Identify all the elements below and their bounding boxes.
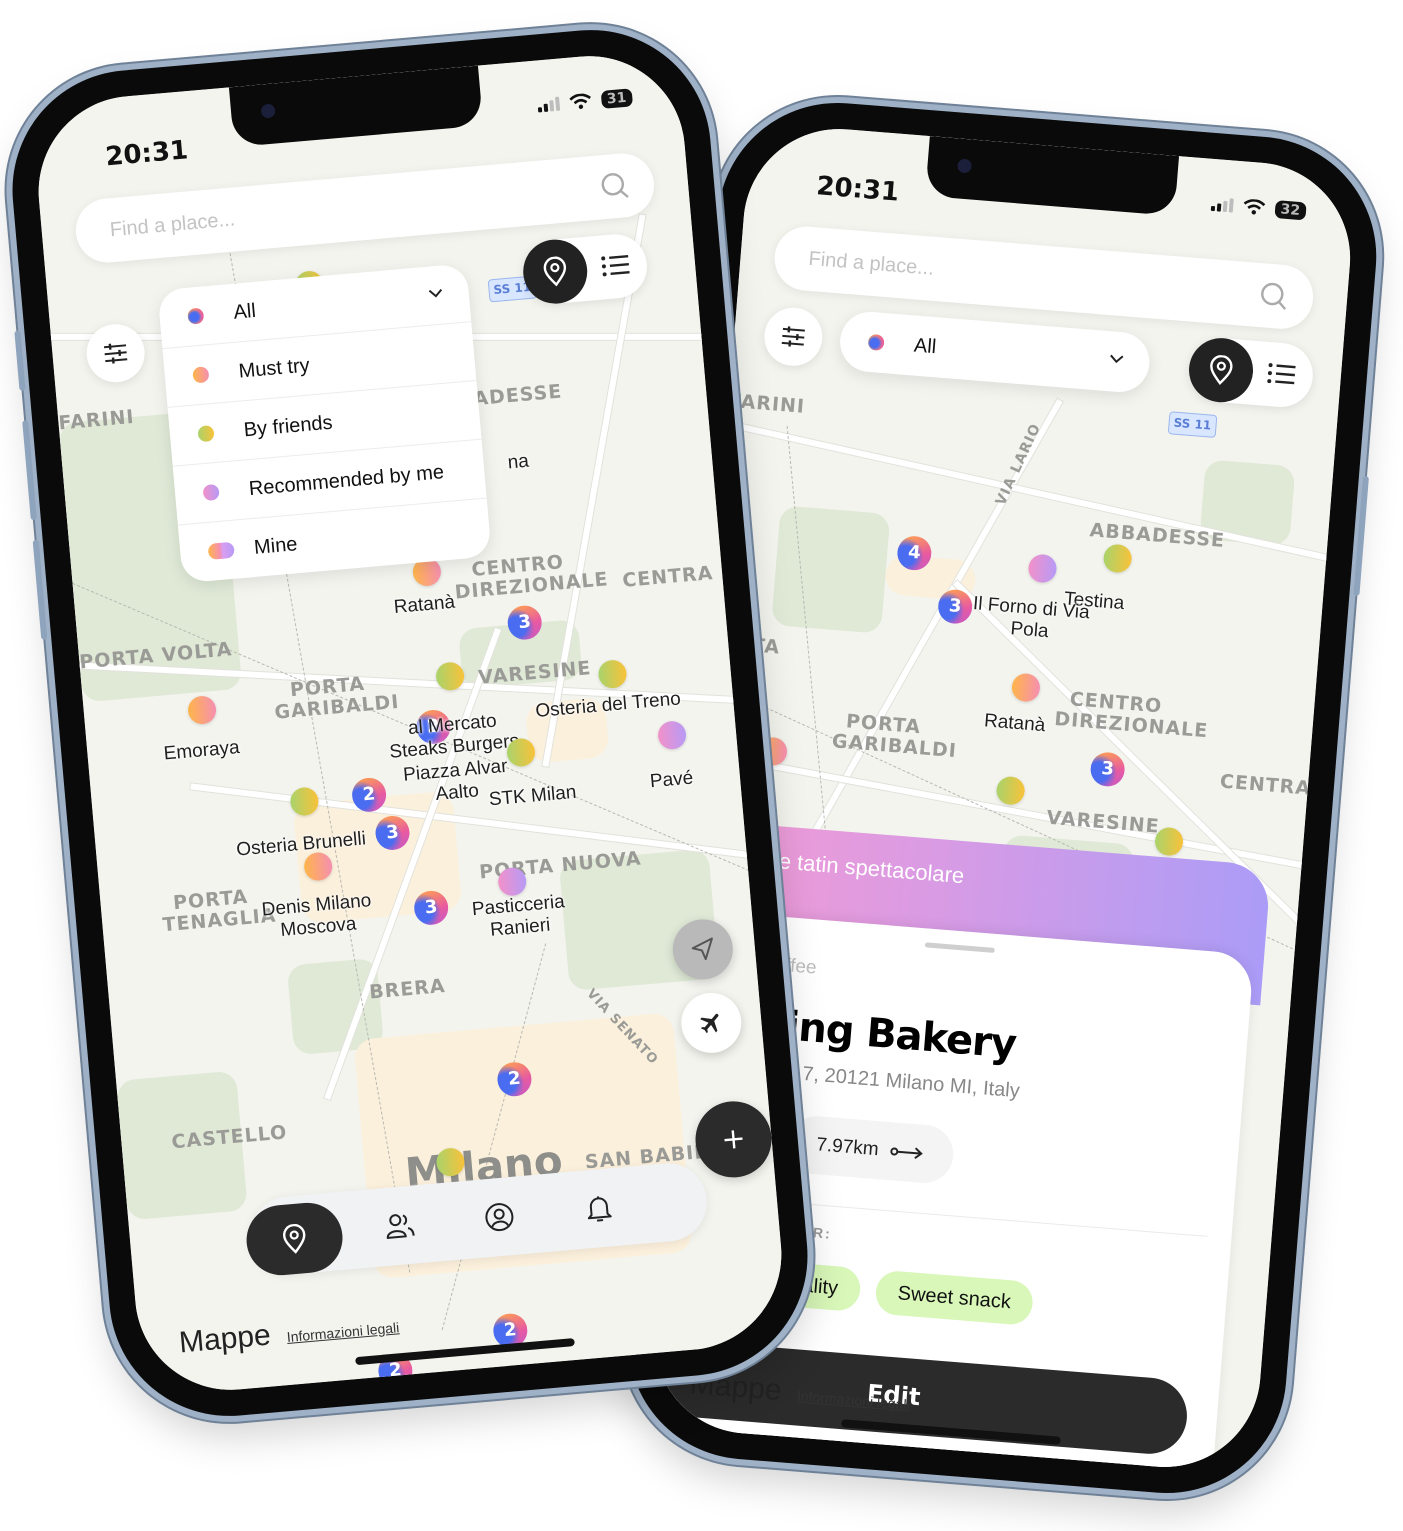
chevron-down-icon: [428, 288, 443, 298]
side-button: [14, 330, 26, 391]
side-button: [32, 539, 48, 640]
park-area: [771, 505, 891, 634]
map-cluster[interactable]: 3: [1089, 751, 1126, 788]
view-toggle[interactable]: [1186, 335, 1316, 410]
map-pin-friends[interactable]: [995, 775, 1026, 806]
category-dot: [207, 541, 235, 560]
place-label[interactable]: Pavé: [649, 768, 694, 794]
place-label[interactable]: Pasticceria Ranieri: [458, 890, 581, 944]
side-button: [1353, 475, 1369, 597]
category-dot: [187, 307, 205, 325]
category-dot: [867, 333, 885, 352]
people-icon: [386, 1214, 415, 1239]
wifi-icon: [1243, 199, 1265, 215]
category-dot: [197, 425, 215, 443]
filter-option-label: All: [232, 299, 257, 324]
battery-indicator: 32: [1273, 199, 1307, 221]
map-pin-must-try[interactable]: [186, 694, 218, 726]
navigation-arrow-icon: [691, 937, 713, 961]
tab-notifications[interactable]: [556, 1166, 642, 1251]
chevron-down-icon: [1110, 354, 1124, 364]
plus-icon: [724, 1130, 743, 1149]
filter-dropdown[interactable]: All Must try By friends Recommended by m…: [157, 263, 492, 584]
filter-option-label: Must try: [237, 353, 311, 383]
map-pin-recommended[interactable]: [656, 720, 688, 751]
district-label: CENTRA: [1219, 770, 1312, 800]
district-label: FARINI: [728, 389, 806, 418]
district-label: VARESINE: [1045, 806, 1161, 838]
airplane-icon: [700, 1013, 719, 1034]
place-label[interactable]: Denis Milano Moscova: [251, 889, 384, 944]
map-pin-friends[interactable]: [597, 658, 628, 690]
district-label: CENTRO DIREZIONALE: [453, 551, 610, 604]
district-label: PORTA GARIBALDI: [831, 710, 958, 763]
list-icon[interactable]: [600, 251, 632, 280]
directions-button[interactable]: 7.97km: [785, 1114, 956, 1186]
sheet-grabber[interactable]: [924, 942, 995, 953]
search-icon[interactable]: [599, 170, 632, 203]
tab-map[interactable]: [243, 1199, 346, 1279]
side-button: [22, 420, 37, 521]
district-label: BRERA: [368, 974, 447, 1004]
list-icon[interactable]: [1266, 360, 1298, 388]
place-label[interactable]: Ratanà: [393, 592, 456, 619]
search-icon[interactable]: [1258, 280, 1290, 312]
filter-option-label: By friends: [242, 411, 334, 441]
map-pin-friends[interactable]: [1153, 826, 1185, 857]
place-label[interactable]: na: [507, 451, 530, 475]
camera: [957, 158, 973, 174]
map-pin-friends[interactable]: [1102, 543, 1133, 574]
battery-indicator: 31: [600, 88, 634, 109]
place-label[interactable]: Il Forno di Via Pola: [969, 593, 1092, 646]
signal-icon: [537, 96, 560, 113]
map-pin-recommended[interactable]: [1027, 553, 1058, 584]
place-label[interactable]: Ratanà: [983, 710, 1046, 737]
sliders-icon: [103, 343, 128, 364]
district-label: PORTA GARIBALDI: [273, 672, 401, 724]
signal-icon: [1210, 197, 1234, 213]
filter-option-label: Mine: [253, 532, 299, 559]
tag-chip[interactable]: Sweet snack: [874, 1269, 1035, 1327]
place-label[interactable]: Emoraya: [163, 737, 241, 766]
map-pin-must-try[interactable]: [1010, 672, 1042, 703]
location-pin-icon: [1210, 355, 1233, 385]
wifi-icon: [568, 93, 591, 109]
tab-profile[interactable]: [456, 1175, 542, 1260]
category-dot: [202, 483, 220, 502]
highway-shield: SS 11: [1167, 411, 1218, 438]
user-circle-icon: [485, 1203, 514, 1232]
phone-left: FARINI PORTA VOLTA PORTA GARIBALDI BADES…: [2, 20, 818, 1426]
camera: [260, 103, 276, 119]
category-dot: [192, 366, 210, 384]
district-label: CENTRA: [621, 562, 715, 592]
route-arrow-icon: [890, 1147, 923, 1159]
distance-value: 7.97km: [815, 1134, 880, 1161]
district-label: PORTA TENAGLIA: [161, 885, 278, 937]
sliders-icon: [781, 326, 805, 347]
bell-icon: [587, 1196, 612, 1222]
location-pin-icon: [283, 1223, 306, 1254]
district-label: CENTRO DIREZIONALE: [1053, 688, 1210, 743]
screen: FARINI PORTA VOLTA PORTA GARIBALDI BADES…: [30, 48, 790, 1398]
location-pin-icon: [543, 256, 567, 287]
filter-option-label: Recommended by me: [248, 460, 445, 500]
filter-selected-label: All: [913, 334, 938, 358]
tab-friends[interactable]: [357, 1183, 443, 1268]
